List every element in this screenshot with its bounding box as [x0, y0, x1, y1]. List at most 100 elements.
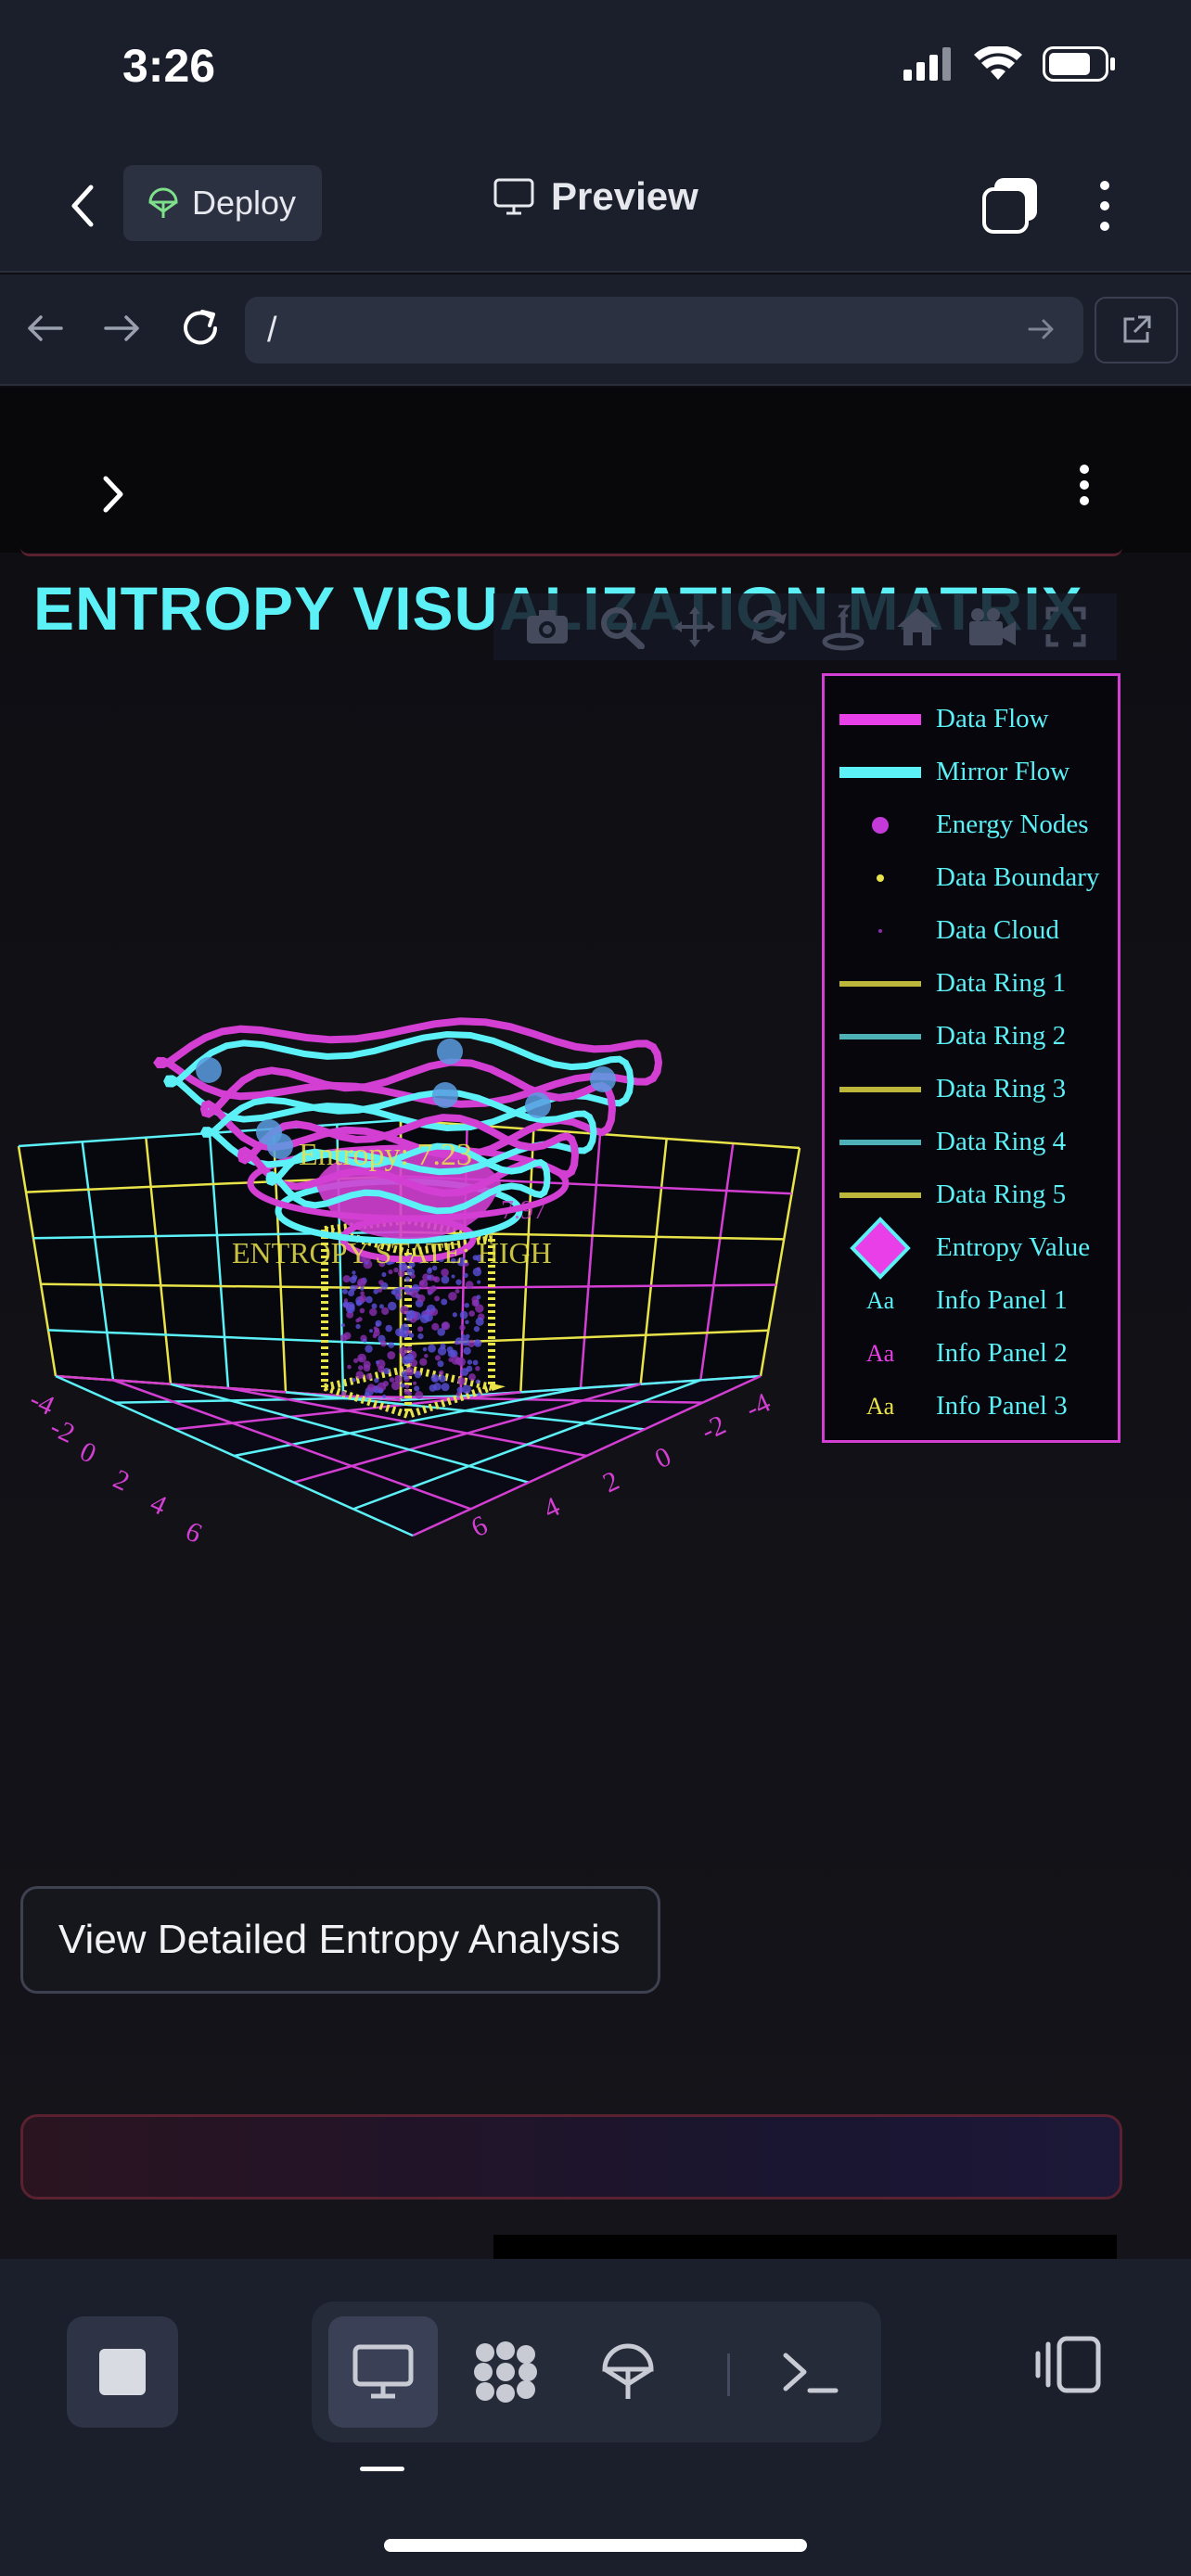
view-entropy-analysis-button[interactable]: View Detailed Entropy Analysis [20, 1886, 660, 1994]
monitor-icon [352, 2344, 414, 2399]
monitor-icon [493, 178, 534, 215]
tabs-switch-icon[interactable] [981, 176, 1041, 236]
data-cloud-point [476, 1294, 481, 1300]
legend-item[interactable]: Data Ring 1 [825, 957, 1118, 1010]
data-cloud-point [404, 1384, 410, 1389]
open-external-button[interactable] [1095, 297, 1178, 363]
entropy-3d-plot[interactable]: Entropy: 7.23ENTROPY STATE: HIGH7.97-4-2… [0, 961, 816, 1702]
turntable-icon[interactable] [820, 603, 866, 651]
camera-icon[interactable] [524, 606, 570, 647]
data-cloud-point [465, 1320, 469, 1325]
home-reset-icon[interactable] [894, 605, 941, 649]
signal-icon [903, 47, 951, 81]
data-cloud-point [415, 1391, 424, 1399]
expand-chevron-icon[interactable] [95, 473, 132, 516]
data-cloud-point [418, 1279, 429, 1289]
legend-label: Info Panel 3 [936, 1391, 1068, 1421]
data-cloud-point [475, 1379, 480, 1384]
energy-node [196, 1057, 222, 1083]
data-cloud-point [441, 1298, 448, 1306]
nav-back-icon[interactable] [19, 302, 70, 354]
legend-item[interactable]: Entropy Value [825, 1216, 1118, 1280]
legend-symbol: Aa [825, 1340, 936, 1368]
data-cloud-point [365, 1372, 373, 1380]
bottom-dark-bar [493, 2235, 1117, 2259]
url-input[interactable]: / [245, 297, 1083, 363]
data-cloud-point [352, 1270, 356, 1275]
split-view-icon[interactable] [1035, 2335, 1102, 2394]
data-cloud-point [457, 1377, 466, 1385]
stop-button[interactable] [67, 2316, 178, 2428]
x-tick-label: 4 [146, 1487, 172, 1521]
legend-label: Energy Nodes [936, 810, 1089, 839]
data-cloud-point [419, 1358, 428, 1366]
legend-label: Data Ring 2 [936, 1021, 1067, 1051]
zoom-icon[interactable] [598, 605, 645, 649]
back-chevron-icon[interactable] [56, 178, 111, 234]
go-arrow-icon[interactable] [1026, 313, 1057, 345]
pan-icon[interactable] [672, 604, 718, 650]
reload-icon[interactable] [174, 302, 226, 354]
legend-item[interactable]: Data Boundary [825, 851, 1118, 904]
app-menu-icon[interactable] [1069, 462, 1100, 514]
console-tab[interactable] [755, 2316, 864, 2428]
data-cloud-point [385, 1324, 392, 1333]
legend-symbol [825, 1066, 936, 1113]
deploy-button[interactable]: Deploy [123, 165, 322, 241]
legend-item[interactable]: Data Ring 2 [825, 1010, 1118, 1063]
more-options-icon[interactable] [1091, 176, 1119, 236]
legend-item[interactable]: Data Flow [825, 693, 1118, 746]
legend-item[interactable]: Data Ring 3 [825, 1063, 1118, 1116]
legend-item[interactable]: Data Ring 5 [825, 1168, 1118, 1221]
energy-node [590, 1066, 616, 1092]
data-cloud-point [358, 1294, 367, 1303]
legend-item[interactable]: Mirror Flow [825, 746, 1118, 798]
data-cloud-point [417, 1333, 424, 1340]
legend-item[interactable]: Energy Nodes [825, 798, 1118, 851]
x-tick-label: 0 [75, 1435, 101, 1469]
legend-item[interactable]: Aa Info Panel 1 [825, 1274, 1118, 1327]
bottom-dock [0, 2259, 1191, 2576]
legend-label: Data Ring 1 [936, 968, 1067, 998]
legend-label: Data Boundary [936, 862, 1100, 892]
data-cloud-point [437, 1346, 447, 1356]
legend-symbol [825, 1216, 936, 1280]
deploy-icon [148, 187, 178, 218]
battery-icon [1043, 46, 1115, 82]
legend-item[interactable]: Data Ring 4 [825, 1116, 1118, 1168]
status-icons [902, 46, 1117, 82]
data-cloud-point [352, 1377, 356, 1383]
orbit-rotate-icon[interactable] [746, 604, 792, 650]
preview-tab[interactable] [328, 2316, 438, 2428]
nav-forward-icon[interactable] [96, 302, 148, 354]
home-indicator [384, 2539, 807, 2552]
fullscreen-icon[interactable] [1045, 606, 1086, 647]
legend-symbol: Aa [825, 1287, 936, 1315]
data-cloud-point [391, 1290, 396, 1295]
preview-title[interactable]: Preview [493, 174, 698, 219]
data-cloud-point [378, 1388, 384, 1394]
legend-item[interactable]: Aa Info Panel 2 [825, 1327, 1118, 1380]
deploy-icon [602, 2343, 654, 2399]
data-cloud-point [350, 1284, 357, 1292]
video-camera-icon[interactable] [967, 606, 1018, 647]
data-cloud-point [406, 1309, 416, 1320]
legend-glyph: Aa [865, 1286, 895, 1314]
data-cloud-point [434, 1295, 441, 1302]
legend-item[interactable]: Aa Info Panel 3 [825, 1380, 1118, 1433]
data-cloud-point [374, 1377, 379, 1384]
status-time: 3:26 [122, 40, 216, 92]
data-cloud-point [448, 1292, 457, 1301]
data-cloud-point [475, 1317, 484, 1326]
deploy-tab[interactable] [573, 2316, 683, 2428]
data-cloud-point [366, 1384, 376, 1392]
plot-legend: Data Flow Mirror Flow Energy Nodes Data Bou… [822, 673, 1121, 1443]
preview-content: ENTROPY VISUALIZATION MATRIX Entropy: 7.… [0, 553, 1191, 2259]
x-tick-label: -2 [45, 1411, 80, 1448]
data-cloud-point [365, 1345, 373, 1353]
data-cloud-point [459, 1310, 468, 1320]
legend-item[interactable]: Data Cloud [825, 904, 1118, 957]
legend-label: Data Ring 5 [936, 1180, 1067, 1209]
data-cloud-point [342, 1301, 350, 1308]
components-tab[interactable] [451, 2316, 560, 2428]
